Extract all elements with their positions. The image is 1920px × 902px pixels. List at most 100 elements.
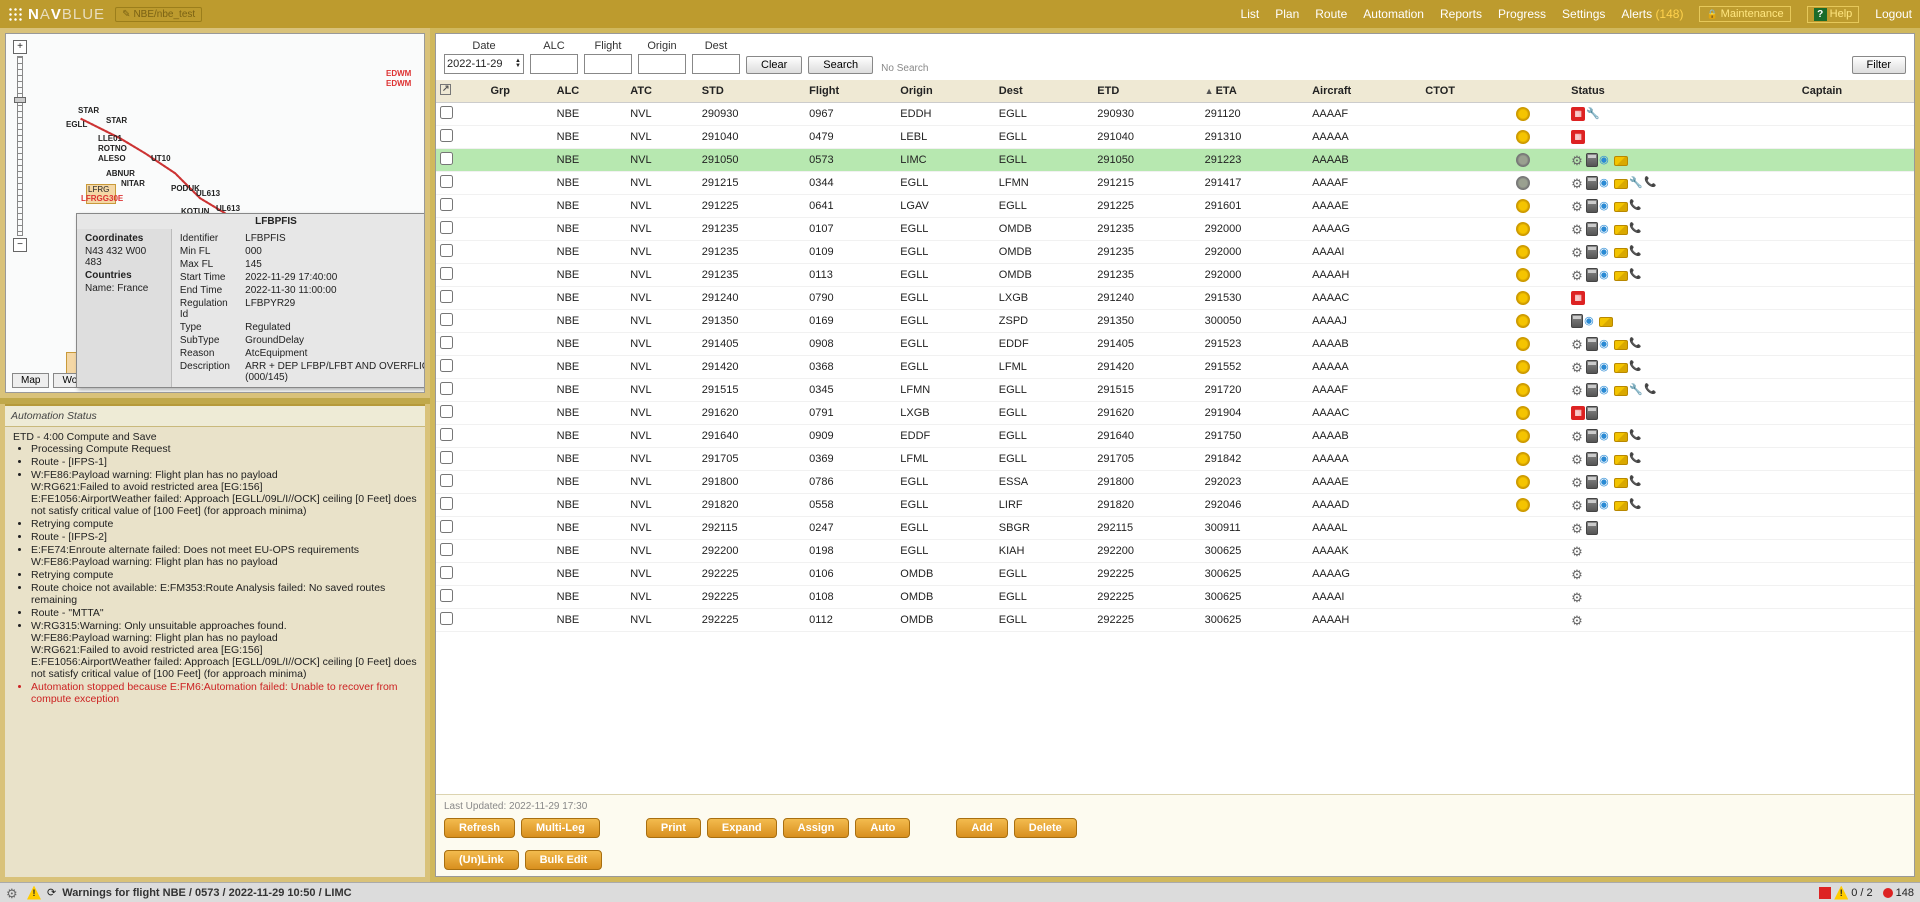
call-icon[interactable] [1629,245,1643,259]
wifi-icon[interactable] [1599,337,1613,351]
search-button[interactable]: Search [808,56,873,74]
col-grp[interactable]: Grp [486,80,552,103]
gear-icon[interactable] [1571,176,1585,190]
add-button[interactable]: Add [956,818,1007,838]
mail-icon[interactable] [1614,179,1628,189]
mail-icon[interactable] [1614,478,1628,488]
row-checkbox[interactable] [440,290,453,303]
print-button[interactable]: Print [646,818,701,838]
bulkedit-button[interactable]: Bulk Edit [525,850,603,870]
table-row[interactable]: NBENVL2912350109 EGLLOMDB291235292000AAA… [436,241,1914,264]
mail-icon[interactable] [1614,363,1628,373]
filter-dest-input[interactable] [692,54,740,74]
delete-button[interactable]: Delete [1014,818,1077,838]
row-checkbox[interactable] [440,382,453,395]
gear-icon[interactable] [1571,245,1585,259]
calc-icon[interactable] [1586,245,1598,259]
rwr-icon[interactable] [1586,107,1600,121]
wifi-icon[interactable] [1599,268,1613,282]
filter-date-input[interactable]: 2022-11-29 ▲▼ [444,54,524,74]
workspace-path[interactable]: NBE/nbe_test [115,7,202,22]
calc-icon[interactable] [1586,383,1598,397]
calc-icon[interactable] [1586,360,1598,374]
auto-button[interactable]: Auto [855,818,910,838]
wifi-icon[interactable] [1599,199,1613,213]
call-icon[interactable] [1644,176,1658,190]
red-icon[interactable] [1571,291,1585,305]
row-checkbox[interactable] [440,244,453,257]
wifi-icon[interactable] [1599,383,1613,397]
table-row[interactable]: NBENVL2910500573 LIMCEGLL291050291223AAA… [436,149,1914,172]
assign-button[interactable]: Assign [783,818,850,838]
grip-icon[interactable] [8,7,22,21]
col-std[interactable]: STD [698,80,805,103]
row-checkbox[interactable] [440,543,453,556]
col-expand[interactable] [436,80,486,103]
col-origin[interactable]: Origin [896,80,994,103]
row-checkbox[interactable] [440,267,453,280]
mail-icon[interactable] [1614,225,1628,235]
wifi-icon[interactable] [1599,498,1613,512]
table-row[interactable]: NBENVL2912250641 LGAVEGLL291225291601AAA… [436,195,1914,218]
red-icon[interactable] [1571,107,1585,121]
map[interactable]: + − STAR EGLL STAR LLE01 ROTNO ALESO ABN… [5,33,425,393]
gear-icon[interactable] [1571,268,1585,282]
filter-alc-input[interactable] [530,54,578,74]
nav-help[interactable]: ?Help [1807,6,1860,23]
gear-icon[interactable] [1571,199,1585,213]
table-row[interactable]: NBENVL2922250108 OMDBEGLL292225300625AAA… [436,586,1914,609]
row-checkbox[interactable] [440,359,453,372]
mail-icon[interactable] [1614,455,1628,465]
mail-icon[interactable] [1614,271,1628,281]
col-atc[interactable]: ATC [626,80,698,103]
nav-list[interactable]: List [1241,7,1260,21]
gear-icon[interactable] [1571,360,1585,374]
table-row[interactable]: NBENVL2912400790 EGLLLXGB291240291530AAA… [436,287,1914,310]
red-icon[interactable] [1571,130,1585,144]
mail-icon[interactable] [1614,202,1628,212]
table-row[interactable]: NBENVL2918000786 EGLLESSA291800292023AAA… [436,471,1914,494]
mail-icon[interactable] [1614,432,1628,442]
row-checkbox[interactable] [440,336,453,349]
row-checkbox[interactable] [440,428,453,441]
gear-icon[interactable] [1571,337,1585,351]
call-icon[interactable] [1629,360,1643,374]
call-icon[interactable] [1629,475,1643,489]
table-row[interactable]: NBENVL2916200791 LXGBEGLL291620291904AAA… [436,402,1914,425]
row-checkbox[interactable] [440,474,453,487]
wifi-icon[interactable] [1599,452,1613,466]
calc-icon[interactable] [1586,521,1598,535]
nav-plan[interactable]: Plan [1275,7,1299,21]
gear-icon[interactable] [1571,498,1585,512]
nav-logout[interactable]: Logout [1875,7,1912,21]
call-icon[interactable] [1629,199,1643,213]
nav-alerts[interactable]: Alerts (148) [1621,7,1683,21]
nav-route[interactable]: Route [1315,7,1347,21]
col-eta[interactable]: ▲ETA [1201,80,1308,103]
gear-icon[interactable] [1571,153,1585,167]
table-row[interactable]: NBENVL2912350107 EGLLOMDB291235292000AAA… [436,218,1914,241]
row-checkbox[interactable] [440,221,453,234]
row-checkbox[interactable] [440,175,453,188]
col-signal[interactable] [1512,80,1567,103]
table-row[interactable]: NBENVL2915150345 LFMNEGLL291515291720AAA… [436,379,1914,402]
table-row[interactable]: NBENVL2912350113 EGLLOMDB291235292000AAA… [436,264,1914,287]
call-icon[interactable] [1629,452,1643,466]
wifi-icon[interactable] [1599,245,1613,259]
row-checkbox[interactable] [440,612,453,625]
row-checkbox[interactable] [440,152,453,165]
row-checkbox[interactable] [440,106,453,119]
calc-icon[interactable] [1586,406,1598,420]
gear-icon[interactable] [1571,383,1585,397]
filter-origin-input[interactable] [638,54,686,74]
table-row[interactable]: NBENVL2910400479 LEBLEGLL291040291310AAA… [436,126,1914,149]
col-alc[interactable]: ALC [553,80,627,103]
row-checkbox[interactable] [440,451,453,464]
table-row[interactable]: NBENVL2922250112 OMDBEGLL292225300625AAA… [436,609,1914,632]
gear-icon[interactable] [1571,567,1585,581]
call-icon[interactable] [1629,337,1643,351]
wifi-icon[interactable] [1599,475,1613,489]
calc-icon[interactable] [1586,498,1598,512]
wifi-icon[interactable] [1599,360,1613,374]
calc-icon[interactable] [1571,314,1583,328]
